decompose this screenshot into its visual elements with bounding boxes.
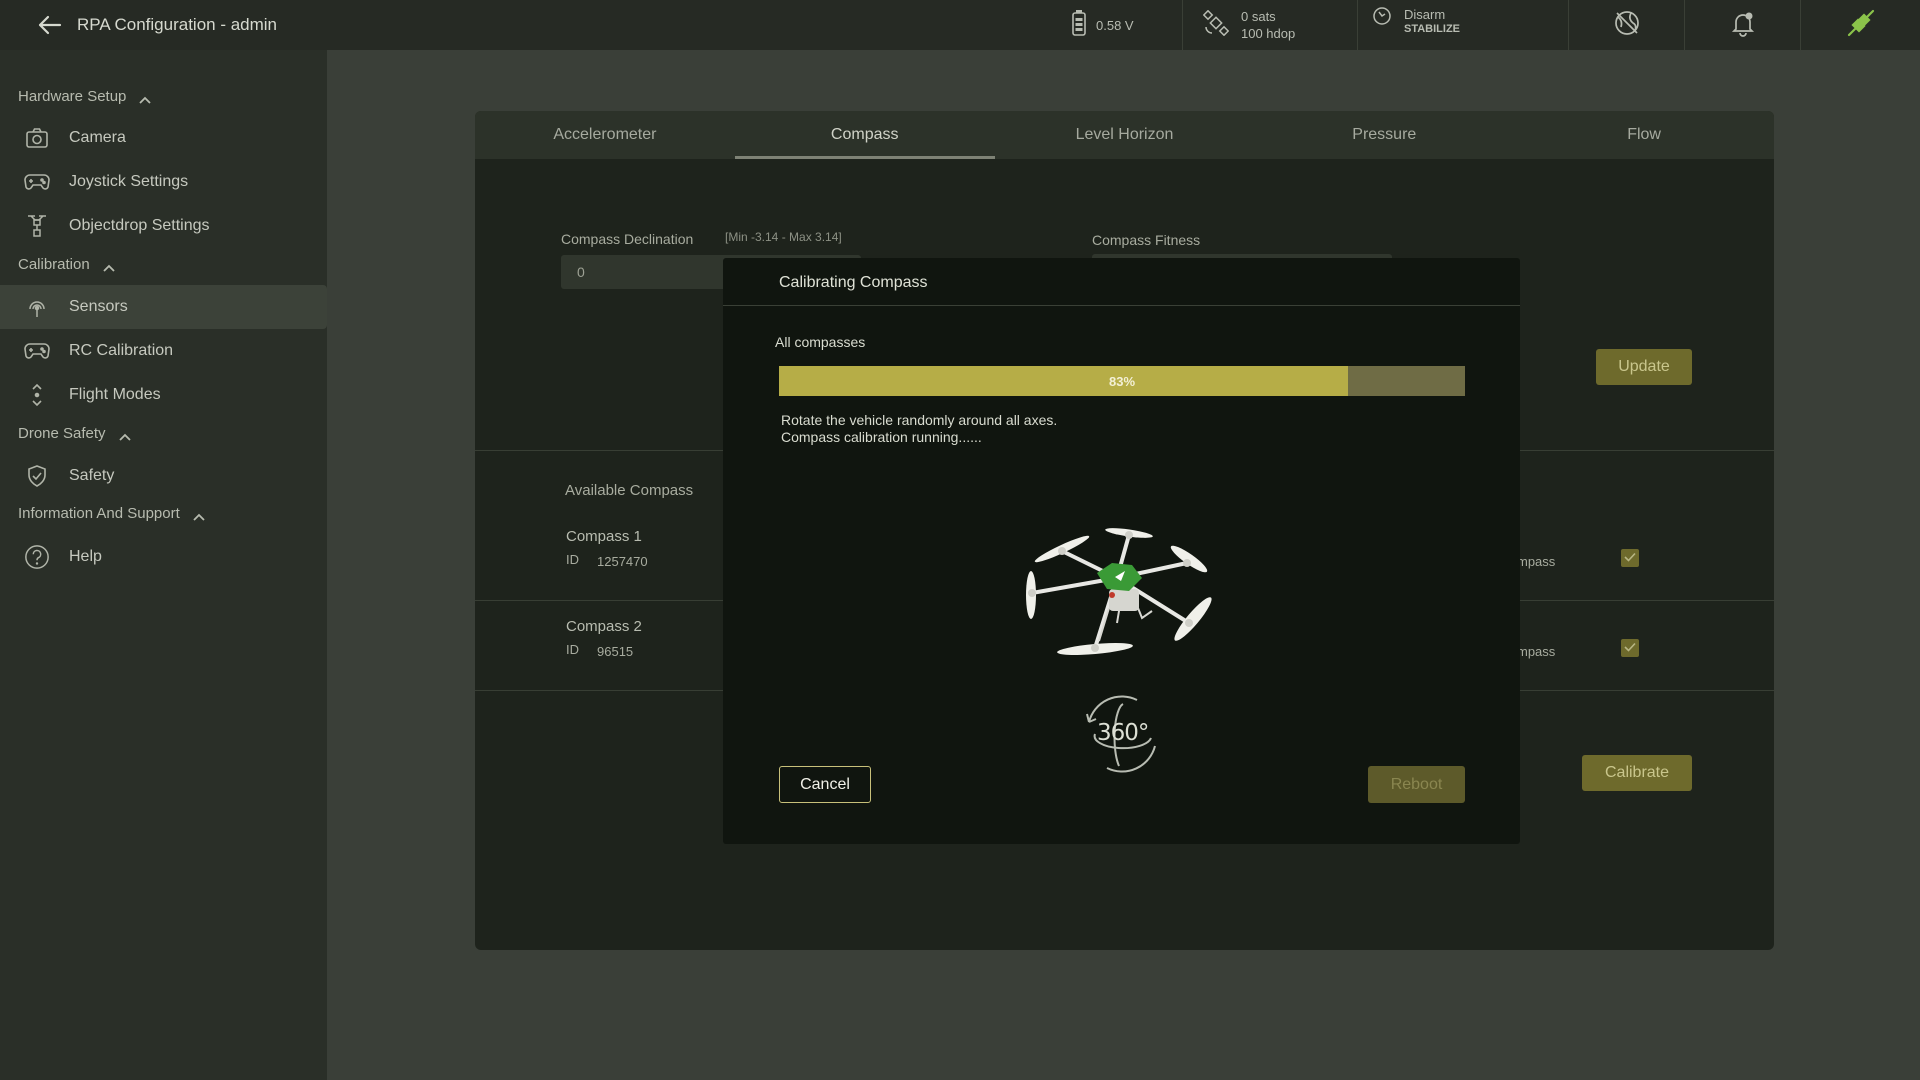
section-hardware-setup[interactable]: Hardware Setup bbox=[18, 88, 152, 105]
battery-status[interactable]: 0.58 V bbox=[1060, 0, 1182, 50]
compass-declination-label: Compass Declination bbox=[561, 231, 694, 247]
tab-level-horizon[interactable]: Level Horizon bbox=[995, 111, 1255, 159]
sidebar-item-label: RC Calibration bbox=[69, 342, 174, 359]
sidebar-item-label: Sensors bbox=[69, 298, 128, 315]
tab-compass[interactable]: Compass bbox=[734, 111, 995, 159]
sidebar: Hardware Setup Camera Joystick Settings … bbox=[0, 50, 327, 1080]
check-icon bbox=[1624, 639, 1636, 657]
compass-id-label: ID bbox=[566, 642, 579, 657]
calibration-instruction: Rotate the vehicle randomly around all a… bbox=[781, 412, 1058, 428]
dialog-title: Calibrating Compass bbox=[779, 274, 928, 291]
compass-use-label: mpass bbox=[1517, 644, 1556, 659]
sidebar-item-help[interactable]: Help bbox=[0, 535, 327, 579]
sidebar-item-label: Flight Modes bbox=[69, 386, 161, 403]
flight-mode: STABILIZE bbox=[1404, 23, 1461, 35]
tab-accelerometer[interactable]: Accelerometer bbox=[475, 111, 735, 159]
calibrating-compass-dialog: Calibrating Compass All compasses 83% Ro… bbox=[723, 258, 1520, 844]
chevron-up-icon bbox=[192, 509, 206, 521]
tab-flow[interactable]: Flow bbox=[1514, 111, 1774, 159]
compass-declination-hint: [Min -3.14 - Max 3.14] bbox=[725, 230, 842, 244]
sidebar-item-label: Safety bbox=[69, 467, 115, 484]
compass-id: 1257470 bbox=[597, 554, 648, 569]
section-label: Drone Safety bbox=[18, 425, 106, 442]
gps-status[interactable]: 0 sats 100 hdop bbox=[1182, 0, 1357, 50]
all-compasses-label: All compasses bbox=[775, 334, 866, 350]
camera-icon bbox=[24, 125, 50, 151]
sidebar-item-flight-modes[interactable]: Flight Modes bbox=[0, 373, 327, 417]
gamepad-icon bbox=[24, 338, 50, 364]
rotate-360-label: 360° bbox=[1097, 720, 1149, 746]
section-information-and-support[interactable]: Information And Support bbox=[18, 505, 206, 522]
reboot-button[interactable]: Reboot bbox=[1368, 766, 1465, 803]
arm-status[interactable]: Disarm STABILIZE bbox=[1357, 0, 1568, 50]
battery-voltage: 0.58 V bbox=[1096, 17, 1134, 33]
sensor-tabs: Accelerometer Compass Level Horizon Pres… bbox=[475, 111, 1774, 159]
app-title: RPA Configuration - admin bbox=[77, 15, 278, 34]
sidebar-item-joystick-settings[interactable]: Joystick Settings bbox=[0, 160, 327, 204]
sidebar-item-label: Help bbox=[69, 548, 102, 565]
shield-check-icon bbox=[24, 463, 50, 489]
objectdrop-icon bbox=[24, 213, 50, 239]
globe-off-icon bbox=[1613, 9, 1641, 42]
tab-pressure[interactable]: Pressure bbox=[1254, 111, 1514, 159]
update-button[interactable]: Update bbox=[1596, 349, 1692, 385]
hexacopter-drone-icon bbox=[1017, 523, 1227, 663]
plug-connected-icon bbox=[1845, 7, 1877, 44]
connection-button[interactable] bbox=[1800, 0, 1920, 50]
section-calibration[interactable]: Calibration bbox=[18, 256, 116, 273]
gamepad-icon bbox=[24, 169, 50, 195]
sidebar-item-rc-calibration[interactable]: RC Calibration bbox=[0, 329, 327, 373]
top-bar: RPA Configuration - admin 0.58 V 0 sats … bbox=[0, 0, 1920, 50]
chevron-up-icon bbox=[102, 260, 116, 272]
bell-icon bbox=[1729, 9, 1757, 42]
flight-modes-icon bbox=[24, 382, 50, 408]
compass-name: Compass 1 bbox=[566, 528, 642, 545]
gps-off-button[interactable] bbox=[1568, 0, 1684, 50]
calibration-progress-bar: 83% bbox=[779, 366, 1465, 396]
compass-use-label: mpass bbox=[1517, 554, 1556, 569]
help-icon bbox=[24, 544, 50, 570]
sidebar-item-label: Joystick Settings bbox=[69, 173, 189, 190]
progress-percent: 83% bbox=[1108, 373, 1136, 389]
back-arrow-icon[interactable] bbox=[36, 13, 64, 37]
chevron-up-icon bbox=[138, 92, 152, 104]
notifications-button[interactable] bbox=[1684, 0, 1800, 50]
calibrate-button[interactable]: Calibrate bbox=[1582, 755, 1692, 791]
sidebar-item-label: Objectdrop Settings bbox=[69, 217, 210, 234]
sensor-icon bbox=[24, 294, 50, 320]
cancel-button[interactable]: Cancel bbox=[779, 766, 871, 803]
gps-sats: 0 sats bbox=[1241, 9, 1276, 24]
battery-icon bbox=[1072, 9, 1086, 41]
arm-icon bbox=[1372, 6, 1392, 31]
sidebar-item-sensors[interactable]: Sensors bbox=[0, 285, 327, 329]
calibration-status: Compass calibration running...... bbox=[781, 429, 982, 445]
sidebar-item-safety[interactable]: Safety bbox=[0, 454, 327, 498]
satellite-icon bbox=[1202, 9, 1230, 41]
arm-state: Disarm bbox=[1404, 7, 1446, 22]
section-label: Calibration bbox=[18, 256, 90, 273]
available-compass-label: Available Compass bbox=[565, 482, 694, 499]
sidebar-item-label: Camera bbox=[69, 129, 126, 146]
section-label: Hardware Setup bbox=[18, 88, 127, 105]
chevron-up-icon bbox=[118, 429, 132, 441]
dialog-header: Calibrating Compass bbox=[723, 258, 1520, 306]
section-drone-safety[interactable]: Drone Safety bbox=[18, 425, 132, 442]
compass-id-label: ID bbox=[566, 552, 579, 567]
check-icon bbox=[1624, 549, 1636, 567]
sidebar-item-camera[interactable]: Camera bbox=[0, 116, 327, 160]
section-label: Information And Support bbox=[18, 505, 180, 522]
compass-fitness-label: Compass Fitness bbox=[1092, 232, 1201, 248]
sidebar-item-objectdrop-settings[interactable]: Objectdrop Settings bbox=[0, 204, 327, 248]
compass-id: 96515 bbox=[597, 644, 634, 659]
rotate-360-icon: 360° bbox=[1079, 694, 1165, 774]
gps-hdop: 100 hdop bbox=[1241, 26, 1296, 41]
compass-name: Compass 2 bbox=[566, 618, 642, 635]
compass-use-checkbox[interactable] bbox=[1621, 549, 1639, 567]
compass-use-checkbox[interactable] bbox=[1621, 639, 1639, 657]
